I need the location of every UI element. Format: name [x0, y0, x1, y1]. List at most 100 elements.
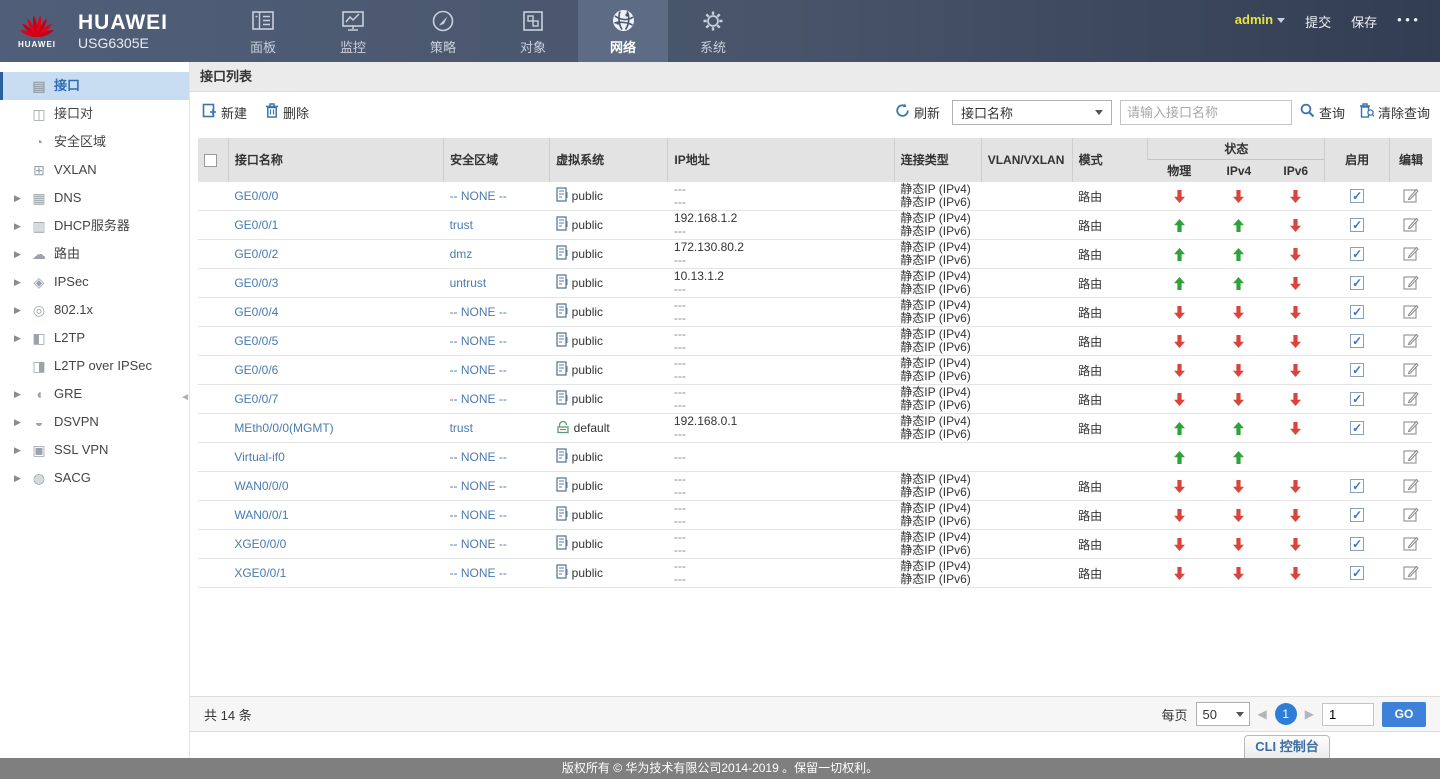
interface-name-link[interactable]: XGE0/0/0	[234, 537, 286, 551]
enable-checkbox[interactable]: ✓	[1350, 566, 1365, 580]
zone-link[interactable]: untrust	[450, 276, 487, 290]
select-all-checkbox[interactable]	[204, 153, 217, 167]
edit-icon[interactable]	[1403, 477, 1419, 496]
enable-checkbox[interactable]: ✓	[1350, 334, 1365, 348]
zone-link[interactable]: -- NONE --	[450, 479, 507, 493]
new-button[interactable]: 新建	[202, 103, 247, 122]
interface-name-link[interactable]: GE0/0/7	[234, 392, 278, 406]
goto-page-input[interactable]	[1322, 702, 1374, 726]
sidebar-collapse-handle[interactable]: ◄	[180, 392, 190, 403]
enable-checkbox[interactable]: ✓	[1350, 189, 1365, 203]
interface-name-link[interactable]: MEth0/0/0(MGMT)	[234, 421, 333, 435]
tab-policy[interactable]: 策略	[398, 0, 488, 62]
col-header-conn[interactable]: 连接类型	[893, 138, 982, 182]
enable-checkbox[interactable]: ✓	[1350, 392, 1365, 406]
col-header-vlan[interactable]: VLAN/VXLAN	[980, 138, 1073, 182]
sidebar-item-gre[interactable]: ▶ ◖ GRE	[0, 380, 189, 408]
interface-name-link[interactable]: WAN0/0/1	[234, 508, 288, 522]
edit-icon[interactable]	[1403, 564, 1419, 583]
sidebar-item-dns[interactable]: ▶ ▦ DNS	[0, 184, 189, 212]
edit-icon[interactable]	[1403, 390, 1419, 409]
expand-arrow-icon[interactable]: ▶	[14, 408, 28, 436]
edit-icon[interactable]	[1403, 274, 1419, 293]
sidebar-item-vxlan[interactable]: ⊞ VXLAN	[0, 156, 189, 184]
prev-page-arrow[interactable]: ◀	[1258, 707, 1267, 721]
col-header-ip[interactable]: IP地址	[667, 138, 895, 182]
edit-icon[interactable]	[1403, 506, 1419, 525]
save-button[interactable]: 保存	[1351, 12, 1377, 62]
commit-button[interactable]: 提交	[1305, 12, 1331, 62]
interface-name-link[interactable]: XGE0/0/1	[234, 566, 286, 580]
expand-arrow-icon[interactable]: ▶	[14, 464, 28, 492]
edit-icon[interactable]	[1403, 245, 1419, 264]
interface-name-link[interactable]: GE0/0/4	[234, 305, 278, 319]
current-page-badge[interactable]: 1	[1274, 703, 1297, 725]
interface-name-link[interactable]: GE0/0/5	[234, 334, 278, 348]
expand-arrow-icon[interactable]: ▶	[14, 436, 28, 464]
delete-button[interactable]: 删除	[265, 103, 309, 122]
enable-checkbox[interactable]: ✓	[1350, 421, 1365, 435]
enable-checkbox[interactable]: ✓	[1350, 305, 1365, 319]
enable-checkbox[interactable]: ✓	[1350, 479, 1365, 493]
sidebar-item-ipsec[interactable]: ▶ ◈ IPSec	[0, 268, 189, 296]
expand-arrow-icon[interactable]: ▶	[14, 184, 28, 212]
col-header-vsys[interactable]: 虚拟系统	[549, 138, 668, 182]
enable-checkbox[interactable]: ✓	[1350, 508, 1365, 522]
zone-link[interactable]: -- NONE --	[450, 566, 507, 580]
interface-name-link[interactable]: WAN0/0/0	[234, 479, 288, 493]
refresh-button[interactable]: 刷新	[895, 103, 940, 122]
sidebar-item-l2tp[interactable]: ▶ ◧ L2TP	[0, 324, 189, 352]
expand-arrow-icon[interactable]: ▶	[14, 380, 28, 408]
edit-icon[interactable]	[1403, 361, 1419, 380]
col-header-mode[interactable]: 模式	[1071, 138, 1148, 182]
interface-name-link[interactable]: GE0/0/1	[234, 218, 278, 232]
edit-icon[interactable]	[1403, 535, 1419, 554]
interface-name-link[interactable]: GE0/0/0	[234, 189, 278, 203]
tab-network[interactable]: 网络	[578, 0, 668, 62]
filter-field-select[interactable]: 接口名称	[951, 99, 1112, 125]
sidebar-item-sacg[interactable]: ▶ ◍ SACG	[0, 464, 189, 492]
edit-icon[interactable]	[1403, 303, 1419, 322]
expand-arrow-icon[interactable]: ▶	[14, 268, 28, 296]
go-button[interactable]: GO	[1382, 701, 1426, 727]
expand-arrow-icon[interactable]: ▶	[14, 324, 28, 352]
col-header-enable[interactable]: 启用	[1324, 138, 1390, 182]
col-header-name[interactable]: 接口名称	[227, 138, 444, 182]
enable-checkbox[interactable]: ✓	[1350, 537, 1365, 551]
zone-link[interactable]: -- NONE --	[450, 392, 507, 406]
edit-icon[interactable]	[1403, 187, 1419, 206]
sidebar-item-ssl-vpn[interactable]: ▶ ▣ SSL VPN	[0, 436, 189, 464]
clear-query-button[interactable]: 清除查询	[1359, 103, 1430, 122]
zone-link[interactable]: -- NONE --	[450, 334, 507, 348]
enable-checkbox[interactable]: ✓	[1350, 363, 1365, 377]
zone-link[interactable]: -- NONE --	[450, 189, 507, 203]
interface-name-link[interactable]: Virtual-if0	[234, 450, 284, 464]
tab-monitor[interactable]: 监控	[308, 0, 398, 62]
interface-name-link[interactable]: GE0/0/6	[234, 363, 278, 377]
sidebar-item-dsvpn[interactable]: ▶ ◒ DSVPN	[0, 408, 189, 436]
zone-link[interactable]: dmz	[450, 247, 473, 261]
sidebar-item-dhcp-server[interactable]: ▶ ▥ DHCP服务器	[0, 212, 189, 240]
interface-name-link[interactable]: GE0/0/2	[234, 247, 278, 261]
enable-checkbox[interactable]: ✓	[1350, 247, 1365, 261]
cli-console-button[interactable]: CLI 控制台	[1244, 735, 1330, 758]
tab-dashboard[interactable]: 面板	[218, 0, 308, 62]
next-page-arrow[interactable]: ▶	[1305, 707, 1314, 721]
zone-link[interactable]: -- NONE --	[450, 508, 507, 522]
tab-system[interactable]: 系统	[668, 0, 758, 62]
sidebar-item-l2tp-over-ipsec[interactable]: ◨ L2TP over IPSec	[0, 352, 189, 380]
interface-name-link[interactable]: GE0/0/3	[234, 276, 278, 290]
sidebar-item-security-zone[interactable]: ◔ 安全区域	[0, 128, 189, 156]
sidebar-item-dot1x[interactable]: ▶ ◎ 802.1x	[0, 296, 189, 324]
edit-icon[interactable]	[1403, 216, 1419, 235]
sidebar-item-interface[interactable]: ▤ 接口	[0, 72, 189, 100]
zone-link[interactable]: trust	[450, 218, 473, 232]
zone-link[interactable]: trust	[450, 421, 473, 435]
admin-menu[interactable]: admin	[1235, 12, 1286, 62]
zone-link[interactable]: -- NONE --	[450, 305, 507, 319]
per-page-select[interactable]: 50	[1195, 702, 1250, 726]
more-menu-icon[interactable]: • • •	[1397, 12, 1418, 62]
col-header-zone[interactable]: 安全区域	[443, 138, 550, 182]
expand-arrow-icon[interactable]: ▶	[14, 296, 28, 324]
edit-icon[interactable]	[1403, 332, 1419, 351]
